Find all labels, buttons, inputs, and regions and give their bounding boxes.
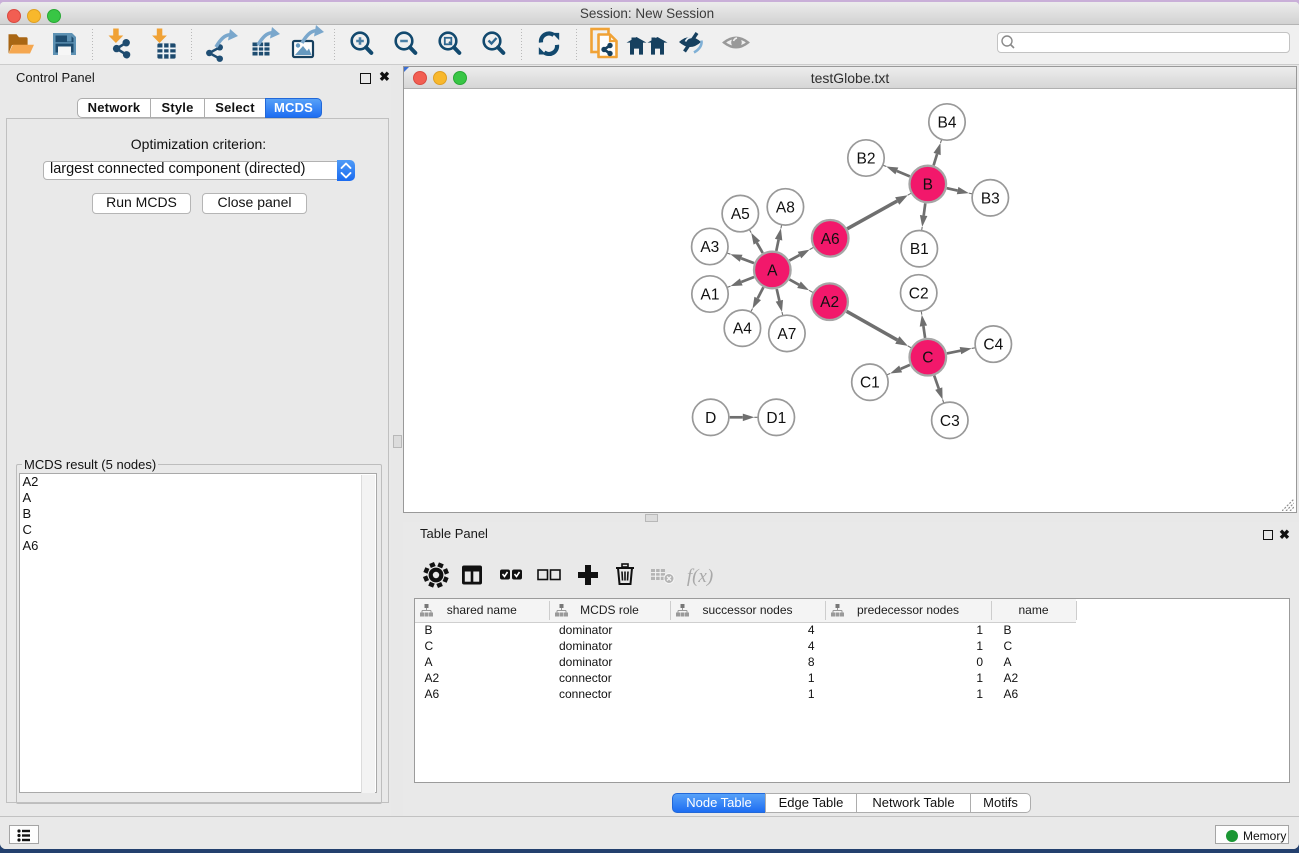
svg-text:A5: A5	[731, 206, 750, 223]
svg-text:A4: A4	[733, 321, 752, 338]
svg-text:D1: D1	[766, 410, 786, 427]
svg-text:A8: A8	[776, 199, 795, 216]
svg-text:C: C	[922, 350, 933, 367]
svg-text:B: B	[923, 177, 933, 194]
svg-text:A6: A6	[821, 231, 840, 248]
svg-text:C3: C3	[940, 413, 960, 430]
svg-text:A1: A1	[701, 287, 720, 304]
svg-text:A: A	[767, 263, 778, 280]
svg-text:A3: A3	[700, 239, 719, 256]
svg-text:B2: B2	[857, 151, 876, 168]
svg-text:C2: C2	[909, 285, 929, 302]
svg-text:A7: A7	[777, 326, 796, 343]
svg-text:f(x): f(x)	[687, 566, 713, 587]
svg-text:D: D	[705, 410, 716, 427]
svg-text:B3: B3	[981, 190, 1000, 207]
svg-text:A2: A2	[820, 294, 839, 311]
svg-text:C4: C4	[983, 337, 1003, 354]
svg-text:B1: B1	[910, 241, 929, 258]
svg-text:B4: B4	[938, 115, 957, 132]
svg-text:C1: C1	[860, 375, 880, 392]
